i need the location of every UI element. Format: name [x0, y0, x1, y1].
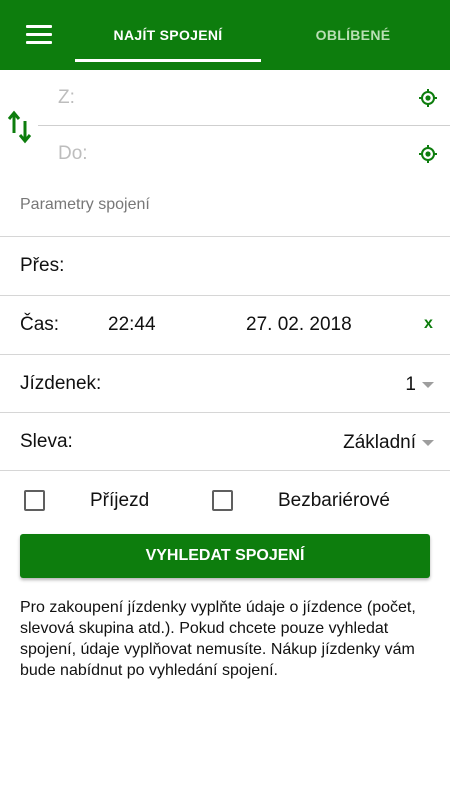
time-label: Čas:: [20, 314, 60, 335]
clear-time-button[interactable]: x: [424, 315, 433, 333]
via-label: Přes:: [20, 255, 65, 276]
arrival-checkbox[interactable]: [24, 490, 45, 511]
swap-arrows-icon[interactable]: [6, 109, 34, 145]
arrival-label[interactable]: Příjezd: [90, 490, 149, 512]
from-input[interactable]: [58, 83, 408, 113]
tickets-value: 1: [405, 374, 416, 395]
search-connection-button[interactable]: VYHLEDAT SPOJENÍ: [20, 534, 430, 578]
tickets-row: Jízdenek: 1: [0, 354, 450, 413]
dropdown-arrow-icon: [422, 440, 434, 446]
to-field-row: [38, 126, 450, 182]
discount-select[interactable]: Základní: [343, 429, 434, 457]
target-location-icon[interactable]: [418, 88, 438, 108]
date-value[interactable]: 27. 02. 2018: [246, 314, 352, 336]
hamburger-menu-icon[interactable]: [26, 25, 52, 45]
tab-favorites[interactable]: OBLÍBENÉ: [261, 0, 445, 70]
info-text: Pro zakoupení jízdenky vyplňte údaje o j…: [20, 599, 416, 679]
dropdown-arrow-icon: [422, 382, 434, 388]
discount-row: Sleva: Základní: [0, 412, 450, 471]
target-location-icon[interactable]: [418, 144, 438, 164]
to-input[interactable]: [58, 139, 408, 169]
app-header: NAJÍT SPOJENÍ OBLÍBENÉ: [0, 0, 450, 70]
from-field-row: [38, 70, 450, 126]
barrier-free-label[interactable]: Bezbariérové: [278, 490, 390, 512]
tickets-select[interactable]: 1: [405, 371, 434, 399]
via-row[interactable]: Přes:: [0, 236, 450, 295]
discount-label: Sleva:: [20, 431, 73, 452]
barrier-free-checkbox[interactable]: [212, 490, 233, 511]
discount-value: Základní: [343, 432, 416, 453]
time-row: Čas: 22:44 27. 02. 2018 x: [0, 295, 450, 354]
params-section-title: Parametry spojení: [20, 196, 150, 213]
options-row: Příjezd Bezbariérové: [0, 472, 450, 528]
time-value[interactable]: 22:44: [108, 314, 156, 336]
tickets-label: Jízdenek:: [20, 373, 102, 394]
tab-find-connection[interactable]: NAJÍT SPOJENÍ: [75, 0, 261, 70]
